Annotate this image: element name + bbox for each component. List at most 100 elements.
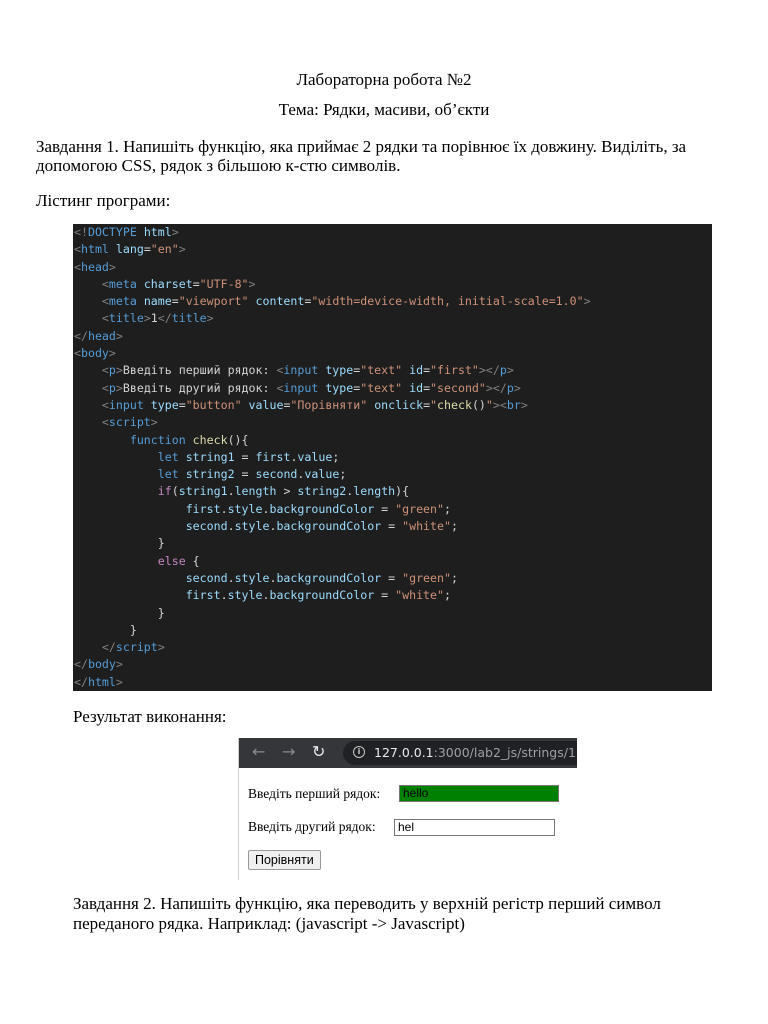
arrow-right-icon[interactable]: → bbox=[282, 742, 295, 762]
code-token: meta bbox=[108, 276, 137, 291]
code-token: ){ bbox=[395, 484, 410, 499]
code-token: "Порівняти" bbox=[290, 397, 368, 412]
code-token: " bbox=[430, 397, 438, 412]
code-token: </ bbox=[74, 657, 88, 672]
code-token: . bbox=[227, 570, 235, 585]
second-input[interactable]: hel bbox=[394, 819, 555, 836]
code-token: ( bbox=[171, 484, 179, 499]
code-line: if(string1.length > string2.length){ bbox=[74, 483, 712, 500]
code-token: < bbox=[499, 397, 507, 412]
browser-screenshot: ← → ↻ i 127.0.0.1:3000/lab2_js/strings/1… bbox=[238, 738, 577, 880]
code-token: "UTF-8" bbox=[199, 276, 249, 291]
code-token: <! bbox=[74, 225, 88, 239]
code-line: else { bbox=[74, 553, 712, 570]
code-token: "text" bbox=[360, 380, 403, 395]
code-token: > bbox=[157, 640, 165, 655]
code-token: . bbox=[227, 484, 235, 499]
code-token: > bbox=[276, 484, 298, 499]
code-token: = bbox=[374, 588, 396, 603]
code-line: second.style.backgroundColor = "white"; bbox=[74, 518, 712, 535]
code-token: style bbox=[234, 570, 270, 585]
code-token: id bbox=[409, 380, 424, 395]
code-token: value bbox=[248, 397, 284, 412]
code-token: = bbox=[381, 519, 403, 534]
reload-icon[interactable]: ↻ bbox=[312, 742, 325, 762]
code-token: p bbox=[108, 380, 116, 395]
code-line: <meta name="viewport" content="width=dev… bbox=[74, 293, 712, 310]
code-token: = bbox=[143, 242, 151, 257]
code-token: ; bbox=[450, 570, 458, 585]
code-line: function check(){ bbox=[74, 432, 712, 449]
code-token: first bbox=[185, 501, 221, 516]
info-icon[interactable]: i bbox=[353, 746, 365, 758]
code-line: let string1 = first.value; bbox=[74, 449, 712, 466]
code-token: 1 bbox=[150, 311, 158, 326]
code-line: } bbox=[74, 622, 712, 639]
arrow-left-icon[interactable]: ← bbox=[252, 742, 265, 762]
code-token: let bbox=[157, 449, 179, 464]
code-token: > bbox=[171, 225, 179, 239]
code-token: </ bbox=[74, 328, 88, 343]
document-page: Лабораторна робота №2 Тема: Рядки, масив… bbox=[0, 0, 768, 1024]
code-token: backgroundColor bbox=[276, 519, 382, 534]
code-token: script bbox=[115, 640, 158, 655]
code-token: meta bbox=[108, 294, 137, 309]
code-token: html bbox=[80, 242, 109, 257]
second-input-label: Введіть другий рядок: bbox=[248, 819, 376, 834]
code-token: < bbox=[101, 415, 109, 430]
code-token: . bbox=[220, 588, 228, 603]
code-token: > bbox=[506, 363, 514, 378]
code-line: first.style.backgroundColor = "green"; bbox=[74, 501, 712, 518]
code-token: ; bbox=[332, 449, 340, 464]
code-line: <script> bbox=[74, 414, 712, 431]
code-line: <p>Введіть другий рядок: <input type="te… bbox=[74, 380, 712, 397]
first-input[interactable]: hello bbox=[399, 785, 559, 802]
code-token: > bbox=[115, 328, 123, 343]
code-token: } bbox=[74, 622, 137, 637]
code-line: } bbox=[74, 535, 712, 552]
code-listing: <!DOCTYPE html> <html lang="en"> <head> <m… bbox=[73, 224, 712, 691]
code-token: = bbox=[374, 501, 396, 516]
code-token: type bbox=[325, 380, 354, 395]
code-token: content bbox=[255, 294, 305, 309]
address-bar[interactable]: i 127.0.0.1:3000/lab2_js/strings/1.htm bbox=[343, 741, 577, 765]
code-token: = bbox=[423, 363, 431, 378]
code-line: let string2 = second.value; bbox=[74, 466, 712, 483]
code-token: backgroundColor bbox=[276, 570, 382, 585]
code-token: = bbox=[171, 294, 179, 309]
code-line: first.style.backgroundColor = "white"; bbox=[74, 587, 712, 604]
code-token: < bbox=[74, 259, 81, 274]
url-host: 127.0.0.1 bbox=[374, 745, 434, 760]
code-token: style bbox=[227, 588, 263, 603]
compare-button[interactable]: Порівняти bbox=[248, 850, 321, 870]
document-subtitle: Тема: Рядки, масиви, об’єкти bbox=[278, 100, 490, 119]
code-token: </ bbox=[157, 311, 172, 326]
code-line: <title>1</title> bbox=[74, 310, 712, 327]
code-token: backgroundColor bbox=[269, 501, 375, 516]
code-token: html bbox=[87, 674, 116, 689]
code-token: > bbox=[115, 363, 123, 378]
code-token: </ bbox=[485, 363, 500, 378]
code-token: < bbox=[101, 363, 109, 378]
code-token: > bbox=[206, 311, 214, 326]
code-token: title bbox=[108, 311, 144, 326]
code-line: second.style.backgroundColor = "green"; bbox=[74, 570, 712, 587]
code-line: <html lang="en"> bbox=[74, 241, 712, 258]
code-token: Введіть перший рядок: bbox=[122, 363, 277, 378]
code-token: type bbox=[150, 397, 179, 412]
code-token: "green" bbox=[395, 501, 444, 516]
code-token: > bbox=[520, 397, 528, 412]
code-token: > bbox=[150, 415, 158, 430]
